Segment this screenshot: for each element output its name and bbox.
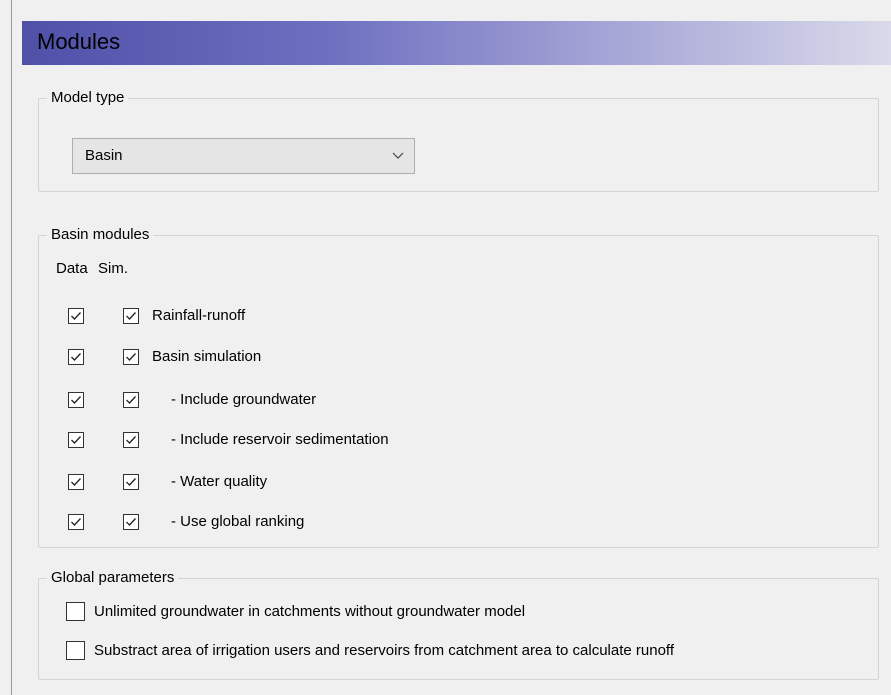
module-label: - Water quality (171, 473, 268, 490)
checkmark-icon (71, 312, 81, 320)
module-label: Rainfall-runoff (152, 307, 246, 324)
module-label: - Include groundwater (171, 391, 317, 408)
panel-title: Modules (37, 29, 121, 54)
global-option-checkbox[interactable] (66, 602, 85, 621)
checkmark-icon (126, 312, 136, 320)
sim-checkbox[interactable] (123, 432, 139, 448)
sim-checkbox[interactable] (123, 308, 139, 324)
checkmark-icon (126, 396, 136, 404)
data-checkbox[interactable] (68, 432, 84, 448)
checkmark-icon (126, 478, 136, 486)
chevron-down-icon (392, 152, 404, 159)
checkmark-icon (71, 353, 81, 361)
data-checkbox[interactable] (68, 349, 84, 365)
checkmark-icon (126, 518, 136, 526)
module-label: Basin simulation (152, 348, 262, 365)
checkmark-icon (71, 436, 81, 444)
checkmark-icon (126, 353, 136, 361)
panel-header: Modules (22, 21, 891, 65)
data-checkbox[interactable] (68, 392, 84, 408)
sim-checkbox[interactable] (123, 392, 139, 408)
checkmark-icon (71, 396, 81, 404)
checkmark-icon (126, 436, 136, 444)
column-header-data: Data (56, 260, 88, 277)
sim-checkbox[interactable] (123, 349, 139, 365)
sim-checkbox[interactable] (123, 514, 139, 530)
global-parameters-group: Global parameters (38, 569, 879, 680)
column-header-sim: Sim. (98, 260, 128, 277)
global-option-label: Substract area of irrigation users and r… (94, 642, 674, 659)
data-checkbox[interactable] (68, 514, 84, 530)
module-label: - Include reservoir sedimentation (171, 431, 389, 448)
model-type-select[interactable]: Basin (72, 138, 415, 174)
global-parameters-legend: Global parameters (47, 569, 179, 587)
data-checkbox[interactable] (68, 308, 84, 324)
basin-modules-legend: Basin modules (47, 226, 154, 244)
sim-checkbox[interactable] (123, 474, 139, 490)
model-type-value: Basin (85, 147, 123, 164)
checkmark-icon (71, 518, 81, 526)
module-label: - Use global ranking (171, 513, 305, 530)
panel-border (11, 0, 12, 695)
basin-modules-group: Basin modules (38, 226, 879, 548)
global-option-checkbox[interactable] (66, 641, 85, 660)
data-checkbox[interactable] (68, 474, 84, 490)
checkmark-icon (71, 478, 81, 486)
global-option-label: Unlimited groundwater in catchments with… (94, 603, 526, 620)
model-type-legend: Model type (47, 89, 129, 107)
